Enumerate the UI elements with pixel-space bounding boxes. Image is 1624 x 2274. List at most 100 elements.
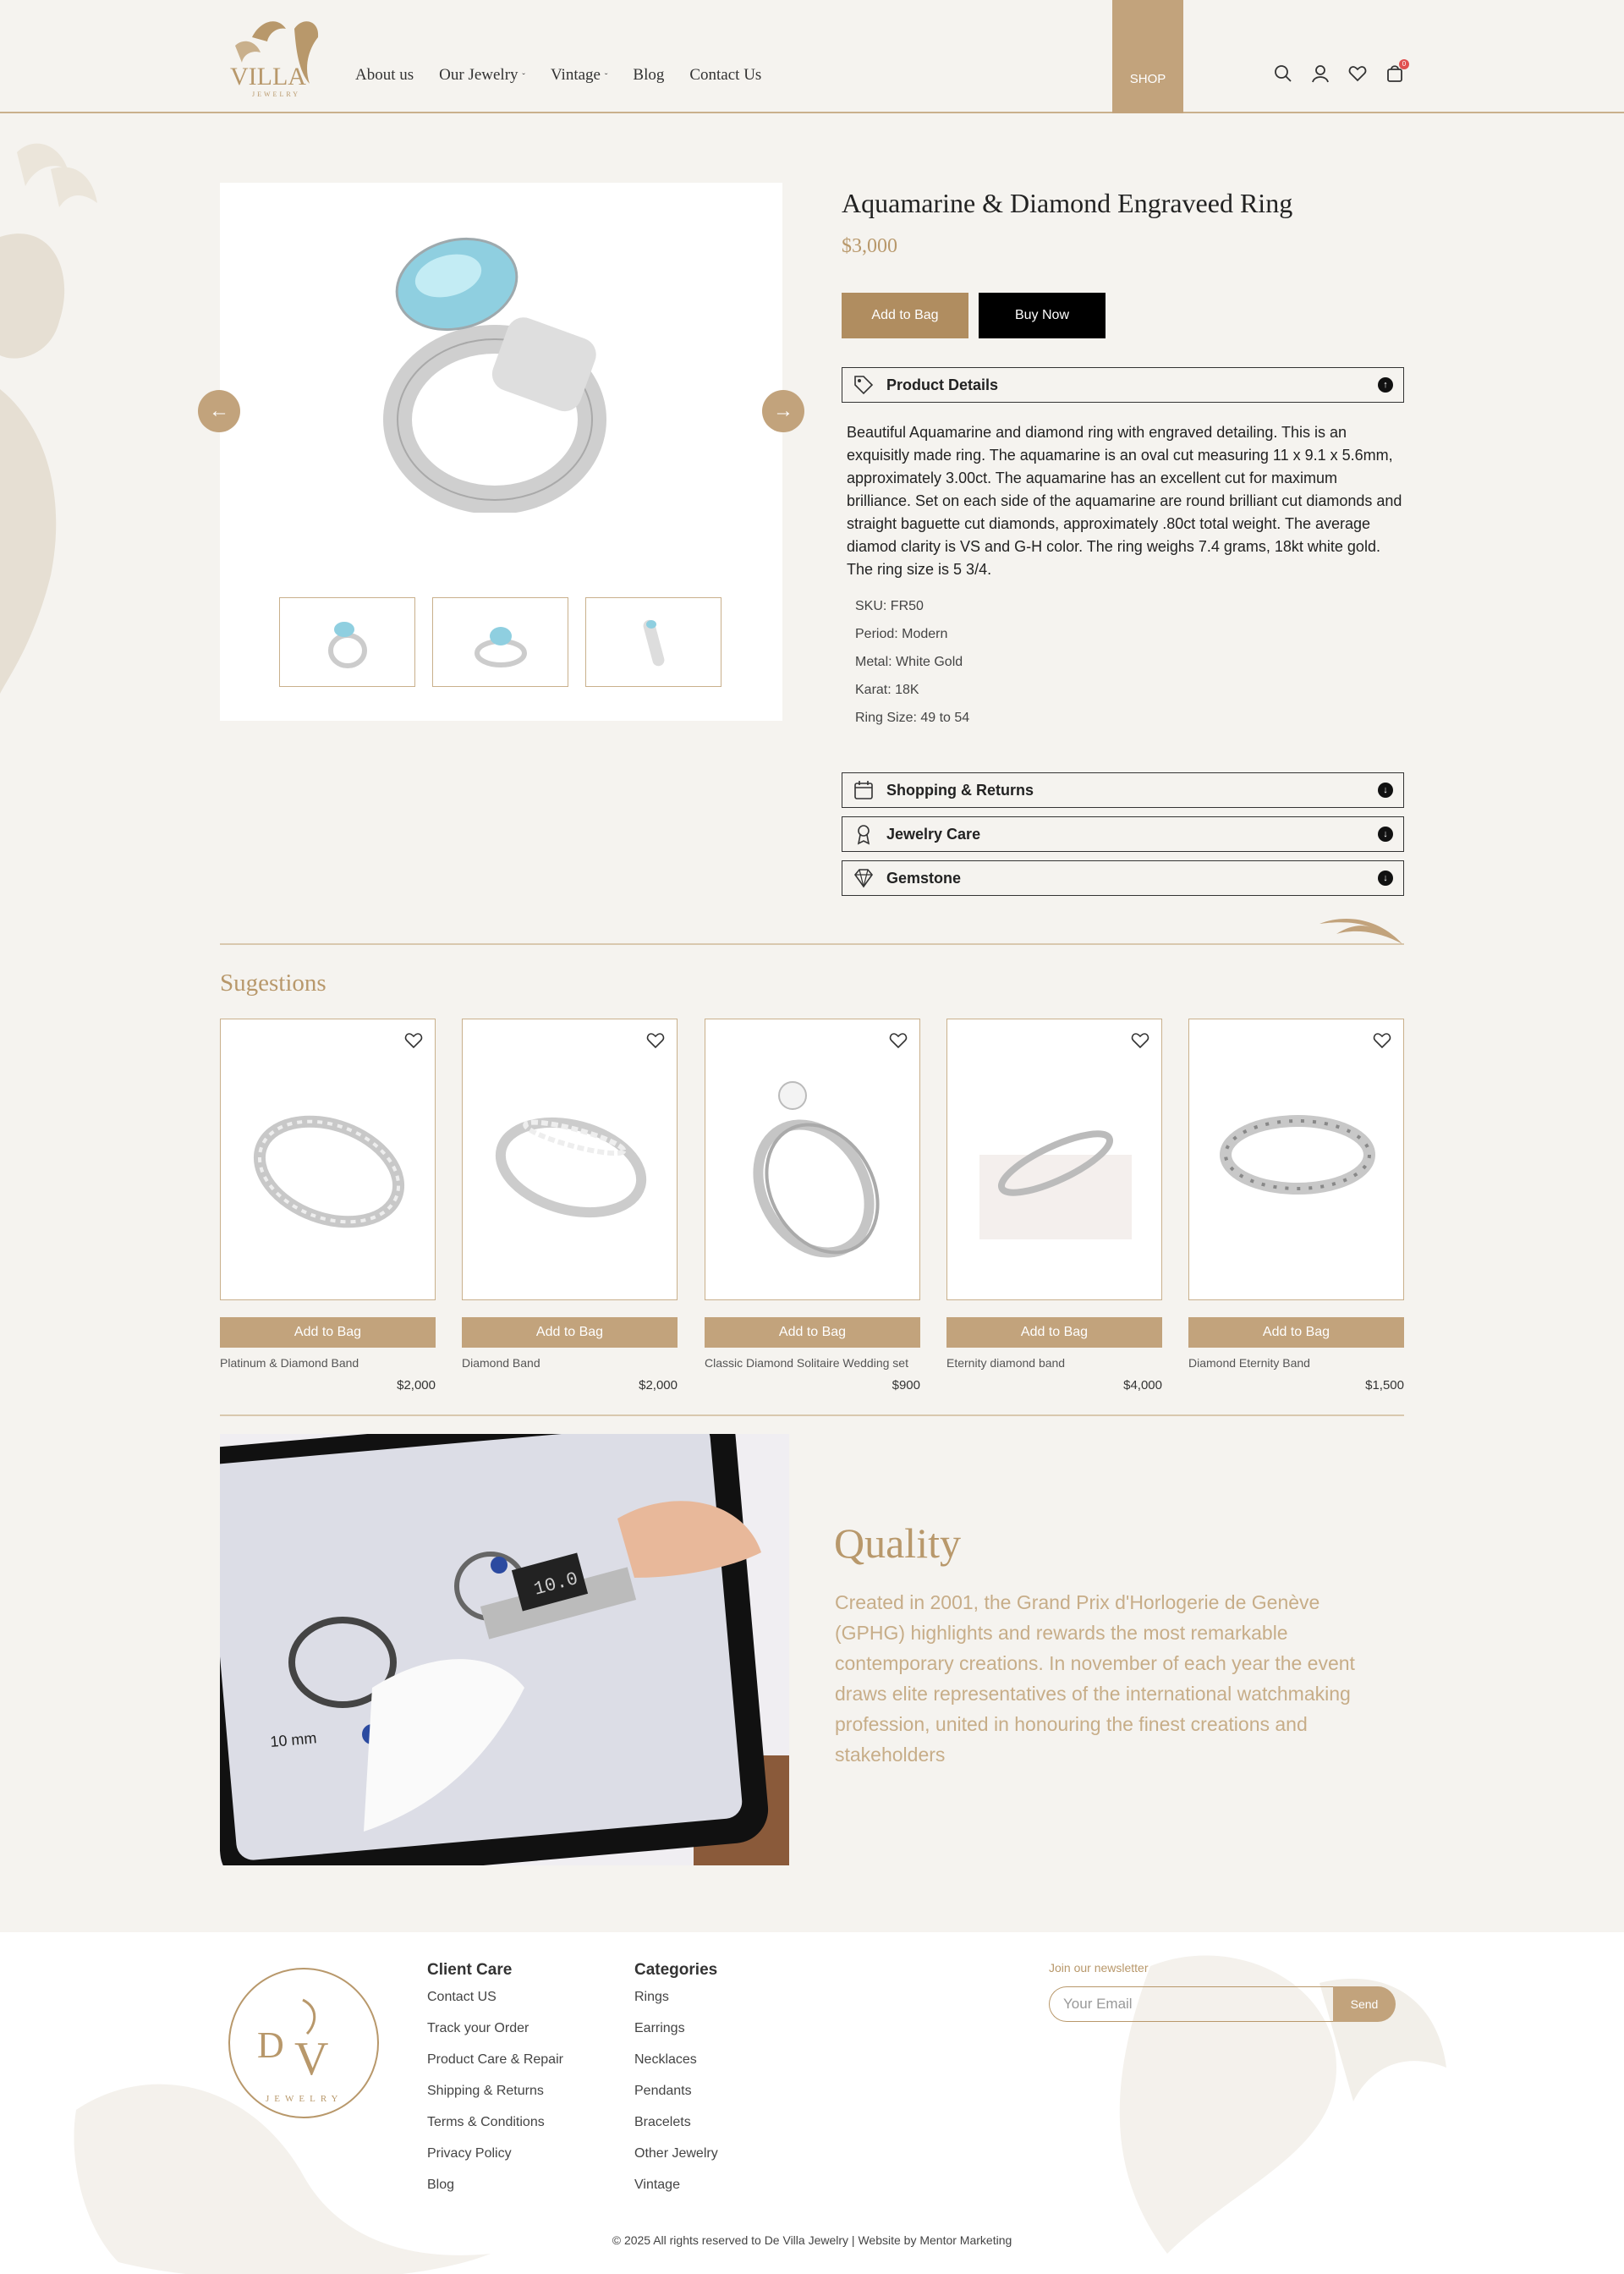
accordion-label: Jewelry Care (886, 825, 981, 843)
spec-ring-size: Ring Size: 49 to 54 (855, 711, 970, 725)
footer-link[interactable]: Product Care & Repair (427, 2052, 563, 2084)
chevron-down-icon: ˇ (604, 72, 608, 82)
section-divider (220, 943, 1404, 945)
product-name[interactable]: Platinum & Diamond Band (220, 1356, 436, 1370)
product-card: Add to Bag Platinum & Diamond Band $2,00… (220, 1019, 436, 1392)
product-card-image-box[interactable] (462, 1019, 678, 1300)
client-care-column: Client Care Contact US Track your Order … (427, 1961, 563, 2209)
add-to-bag-button[interactable]: Add to Bag (1188, 1317, 1404, 1348)
search-icon[interactable] (1274, 64, 1292, 83)
spec-metal: Metal: White Gold (855, 655, 963, 669)
accordion-jewelry-care[interactable]: Jewelry Care ↓ (842, 816, 1404, 852)
feather-ornament-icon (1320, 918, 1402, 944)
product-card-image-box[interactable] (220, 1019, 436, 1300)
expand-icon: ↓ (1378, 783, 1393, 798)
gallery-thumbnail[interactable] (432, 597, 568, 687)
product-name[interactable]: Diamond Eternity Band (1188, 1356, 1404, 1370)
accordion-gemstone[interactable]: Gemstone ↓ (842, 860, 1404, 896)
product-card-image-box[interactable] (1188, 1019, 1404, 1300)
product-name[interactable]: Eternity diamond band (946, 1356, 1162, 1370)
heart-icon[interactable] (404, 1031, 423, 1050)
footer-logo[interactable]: D V JEWELRY (227, 1966, 381, 2120)
nav-contact[interactable]: Contact Us (689, 66, 761, 85)
nav-about[interactable]: About us (355, 66, 414, 85)
nav-blog[interactable]: Blog (633, 66, 664, 85)
award-icon (857, 825, 870, 845)
quality-title: Quality (834, 1519, 961, 1567)
footer-link[interactable]: Vintage (634, 2178, 718, 2209)
heart-icon[interactable] (1131, 1031, 1149, 1050)
footer-link[interactable]: Shipping & Returns (427, 2084, 563, 2115)
newsletter-email-input[interactable]: Your Email (1049, 1986, 1333, 2022)
heart-icon[interactable] (646, 1031, 665, 1050)
gallery-thumbnail[interactable] (585, 597, 721, 687)
footer-link[interactable]: Rings (634, 1990, 718, 2021)
add-to-bag-button[interactable]: Add to Bag (220, 1317, 436, 1348)
product-gallery: ← → (198, 183, 804, 721)
user-icon[interactable] (1311, 64, 1330, 83)
product-price: $2,000 (639, 1378, 678, 1392)
svg-text:D: D (257, 2024, 284, 2066)
collapse-icon: ↑ (1378, 377, 1393, 393)
footer-link[interactable]: Track your Order (427, 2021, 563, 2052)
accordion-label: Gemstone (886, 869, 962, 887)
section-divider (220, 1414, 1404, 1416)
site-footer: D V JEWELRY Client Care Contact US Track… (0, 1932, 1624, 2274)
add-to-bag-button[interactable]: Add to Bag (946, 1317, 1162, 1348)
buy-now-button[interactable]: Buy Now (979, 293, 1106, 338)
categories-column: Categories Rings Earrings Necklaces Pend… (634, 1961, 718, 2209)
product-price: $1,500 (1365, 1378, 1404, 1392)
footer-link[interactable]: Contact US (427, 1990, 563, 2021)
product-price: $4,000 (1123, 1378, 1162, 1392)
de-villa-logo[interactable]: VILLA JEWELRY (218, 12, 330, 100)
peacock-decoration-left (0, 143, 97, 694)
product-card: Add to Bag Diamond Band $2,000 (462, 1019, 678, 1392)
footer-link[interactable]: Other Jewelry (634, 2146, 718, 2178)
copyright-text: © 2025 All rights reserved to De Villa J… (612, 2233, 1012, 2247)
footer-link[interactable]: Pendants (634, 2084, 718, 2115)
accordion-shipping-returns[interactable]: Shopping & Returns ↓ (842, 772, 1404, 808)
gallery-prev-button[interactable]: ← (198, 390, 240, 432)
product-description: Beautiful Aquamarine and diamond ring wi… (847, 424, 1402, 578)
newsletter-send-button[interactable]: Send (1333, 1986, 1396, 2022)
product-name[interactable]: Classic Diamond Solitaire Wedding set (705, 1356, 920, 1370)
nav-vintage-label: Vintage (550, 66, 601, 84)
heart-icon[interactable] (1373, 1031, 1391, 1050)
heart-icon[interactable] (1348, 64, 1367, 83)
accordion-label: Shopping & Returns (886, 781, 1034, 799)
expand-icon: ↓ (1378, 871, 1393, 886)
cart-button[interactable]: 0 (1385, 59, 1409, 83)
arrow-right-icon: → (773, 399, 793, 422)
client-care-title: Client Care (427, 1961, 513, 1979)
gallery-next-button[interactable]: → (762, 390, 804, 432)
product-card: Add to Bag Classic Diamond Solitaire Wed… (705, 1019, 920, 1392)
product-card-image-box[interactable] (946, 1019, 1162, 1300)
footer-link[interactable]: Blog (427, 2178, 563, 2209)
footer-link[interactable]: Bracelets (634, 2115, 718, 2146)
product-card-image-box[interactable] (705, 1019, 920, 1300)
footer-link[interactable]: Privacy Policy (427, 2146, 563, 2178)
chevron-down-icon: ˇ (522, 72, 525, 82)
newsletter-label: Join our newsletter (1049, 1961, 1149, 1975)
product-title: Aquamarine & Diamond Engraveed Ring (842, 188, 1293, 218)
footer-link[interactable]: Terms & Conditions (427, 2115, 563, 2146)
shop-button[interactable]: SHOP (1112, 0, 1183, 113)
add-to-bag-button[interactable]: Add to Bag (462, 1317, 678, 1348)
gallery-thumbnail[interactable] (279, 597, 415, 687)
footer-link[interactable]: Earrings (634, 2021, 718, 2052)
product-name[interactable]: Diamond Band (462, 1356, 678, 1370)
heart-icon[interactable] (889, 1031, 908, 1050)
add-to-bag-button[interactable]: Add to Bag (705, 1317, 920, 1348)
add-to-bag-button[interactable]: Add to Bag (842, 293, 968, 338)
footer-link[interactable]: Necklaces (634, 2052, 718, 2084)
product-card: Add to Bag Diamond Eternity Band $1,500 (1188, 1019, 1404, 1392)
nav-vintage[interactable]: Vintage ˇ (551, 66, 607, 85)
nav-our-jewelry[interactable]: Our Jewelry ˇ (439, 66, 525, 85)
site-header: VILLA JEWELRY About us Our Jewelry ˇ Vin… (0, 0, 1624, 113)
peacock-decoration-footer-right (1119, 1955, 1446, 2254)
product-price: $3,000 (842, 235, 897, 257)
product-main-image (383, 237, 606, 513)
spec-karat: Karat: 18K (855, 683, 919, 697)
product-specs: SKU: FR50 Period: Modern Metal: White Go… (855, 599, 969, 739)
accordion-product-details[interactable]: Product Details ↑ (842, 367, 1404, 403)
